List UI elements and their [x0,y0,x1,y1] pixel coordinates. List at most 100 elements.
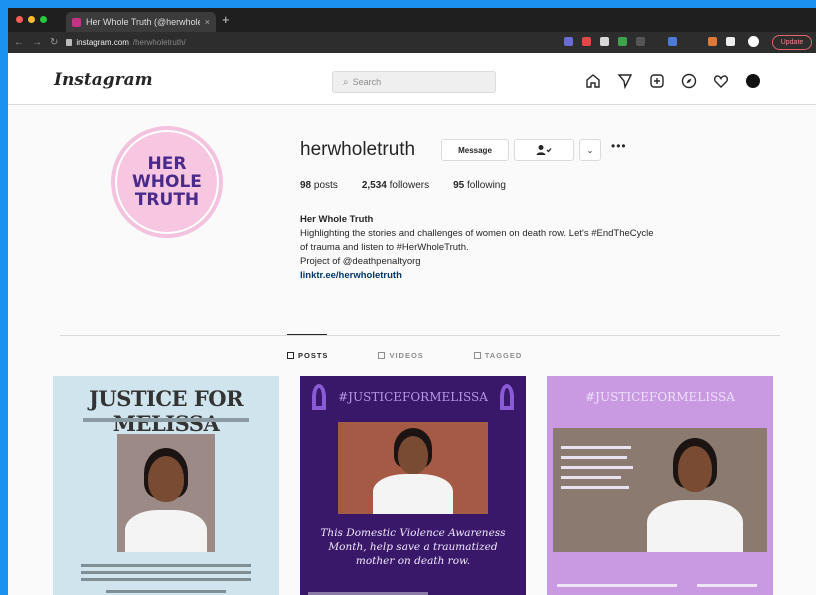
post-thumbnail[interactable]: #JUSTICEFORMELISSA This Domestic Violenc… [300,376,526,595]
following-count: 95 [453,180,465,191]
url-path: /herwholetruth/ [132,38,186,47]
direct-message-icon[interactable] [616,72,634,90]
back-icon[interactable]: ← [14,37,24,48]
explore-compass-icon[interactable] [680,72,698,90]
extension-icon[interactable] [600,37,609,46]
tab-label: VIDEOS [389,351,424,360]
post-text-line [81,578,251,581]
avatar-text-line: TRUTH [134,190,200,210]
posts-count-stat: 98 posts [300,180,338,191]
profile-avatar[interactable]: HER WHOLE TRUTH [111,126,223,238]
post-hashtag: #JUSTICEFORMELISSA [585,390,735,404]
post-photo [117,434,215,552]
tab-label: TAGGED [484,351,523,360]
followers-label: followers [389,180,430,191]
post-subtitle-bar [83,418,249,422]
post-text-line [561,456,627,459]
post-text-line [561,486,629,489]
posts-label: posts [313,180,338,191]
avatar-text-line: WHOLE [132,172,202,192]
profile-bio: Her Whole Truth Highlighting the stories… [300,213,780,283]
tab-tagged[interactable]: TAGGED [473,351,523,360]
post-text-line [81,571,251,574]
photo-face [678,446,712,492]
tab-videos[interactable]: VIDEOS [378,351,423,360]
close-window-button[interactable] [16,16,23,23]
post-caption: This Domestic Violence Awareness Month, … [320,527,506,567]
activity-heart-icon[interactable] [712,72,730,90]
post-thumbnail[interactable]: JUSTICE FOR MELISSA [53,376,279,595]
minimize-window-button[interactable] [28,16,35,23]
instagram-logo[interactable]: Instagram [54,70,153,90]
profile-tabs: POSTS VIDEOS TAGGED [287,351,522,360]
lock-icon [66,39,73,46]
section-divider [60,335,780,336]
extension-icon[interactable] [618,37,627,46]
maximize-window-button[interactable] [40,16,47,23]
browser-tab[interactable]: Her Whole Truth (@herwhole... × [66,12,216,32]
profile-avatar-icon[interactable] [748,36,759,47]
header-nav-icons [584,72,762,90]
video-icon [378,352,386,359]
suggested-dropdown-button[interactable]: ⌄ [579,139,601,161]
photo-shirt [647,500,743,552]
post-text-line [561,476,621,479]
grid-icon [287,352,294,359]
bio-link[interactable]: linktr.ee/herwholetruth [300,269,780,283]
profile-username: herwholetruth [300,139,416,160]
url-domain: instagram.com [76,38,129,47]
instagram-favicon-icon [72,17,81,27]
update-button[interactable]: Update [772,35,812,50]
posts-count: 98 [300,180,312,191]
address-bar-row: ← → ↻ instagram.com/herwholetruth/ Updat… [8,32,816,53]
photo-shirt [373,474,453,514]
extension-icon[interactable] [708,37,717,46]
more-options-icon[interactable]: ••• [611,139,627,153]
photo-face [398,436,428,474]
extension-icon[interactable] [668,37,677,46]
browser-tab-title: Her Whole Truth (@herwhole... [86,17,200,27]
post-text-line [557,584,677,587]
forward-icon[interactable]: → [32,37,42,48]
followers-stat[interactable]: 2,534 followers [362,180,429,191]
post-headline: JUSTICE FOR MELISSA [88,386,244,436]
following-stat[interactable]: 95 following [453,180,506,191]
tab-posts[interactable]: POSTS [287,351,328,360]
extension-icon[interactable] [636,37,645,46]
avatar-logo-text: HER WHOLE TRUTH [117,132,217,232]
post-text-line [561,446,631,449]
profile-avatar-icon[interactable] [744,72,762,90]
extension-icon[interactable] [564,37,573,46]
message-button[interactable]: Message [441,139,509,161]
person-check-icon [536,145,552,155]
new-tab-button[interactable]: + [222,12,230,27]
extension-icon[interactable] [582,37,591,46]
post-photo [338,422,488,514]
following-label: following [467,180,506,191]
tab-label: POSTS [298,351,329,360]
new-post-icon[interactable] [648,72,666,90]
post-hashtag: #JUSTICEFORMELISSA [338,390,488,404]
profile-display-name: Her Whole Truth [300,214,374,225]
post-photo [553,428,767,552]
url-field[interactable]: instagram.com/herwholetruth/ [66,35,216,50]
active-tab-indicator [287,334,327,335]
search-input[interactable]: Search [332,71,496,93]
post-text-line [81,564,251,567]
followers-count: 2,534 [361,180,387,191]
browser-tab-bar: Her Whole Truth (@herwhole... × + [8,8,816,32]
instagram-header: Instagram Search [8,53,816,105]
post-text-line [697,584,757,587]
extension-icon[interactable] [726,37,735,46]
photo-shirt [125,510,207,552]
reload-icon[interactable]: ↻ [50,37,58,48]
home-icon[interactable] [584,72,602,90]
following-button[interactable] [514,139,574,161]
post-thumbnail[interactable]: #JUSTICEFORMELISSA [547,376,773,595]
post-text-line [561,466,633,469]
bio-line: Project of @deathpenaltyorg [300,256,421,267]
bio-line: of trauma and listen to #HerWholeTruth. [300,242,469,253]
browser-window: Her Whole Truth (@herwhole... × + ← → ↻ … [8,8,816,595]
tagged-icon [473,352,481,359]
tab-close-icon[interactable]: × [205,17,210,27]
